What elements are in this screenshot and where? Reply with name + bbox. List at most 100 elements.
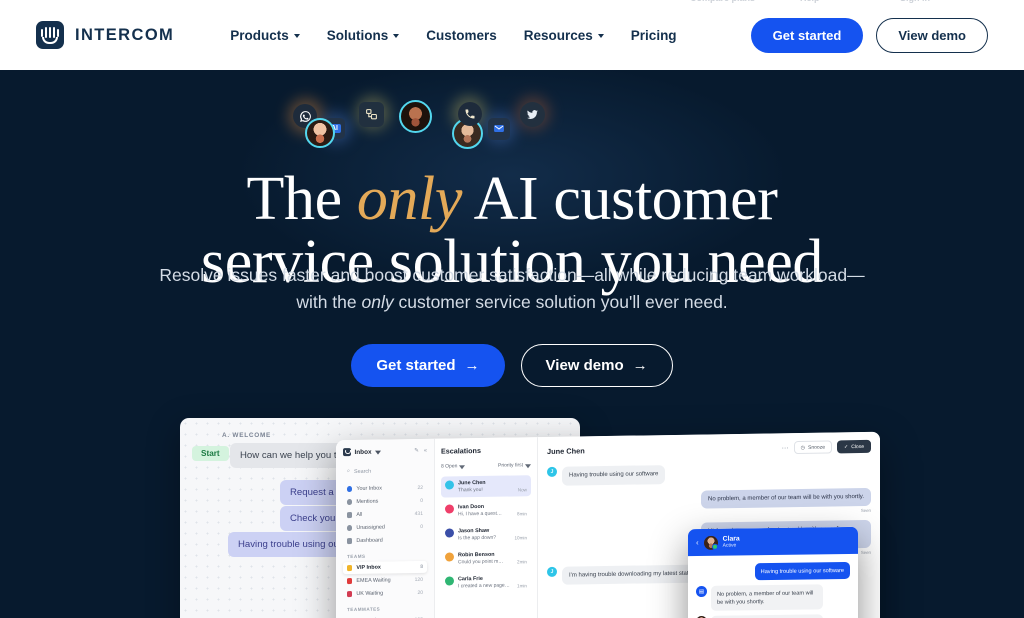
collapse-icon[interactable]: « — [424, 448, 427, 454]
snooze-button[interactable]: ◷ Snooze — [793, 440, 832, 455]
header-get-started-button[interactable]: Get started — [750, 17, 864, 53]
subtitle-line-1: Resolve issues faster and boost customer… — [159, 265, 865, 285]
sidebar-item-bella-adams[interactable]: Bella Adams 105 — [343, 614, 427, 618]
conversation-time: Now — [517, 487, 527, 493]
warning-icon — [347, 565, 353, 571]
sidebar-item-count: 20 — [417, 589, 423, 596]
message-outgoing: No problem, a member of our team will be… — [547, 487, 871, 519]
thread-header: June Chen ⋯ ◷ Snooze ✓ Close — [547, 439, 871, 458]
inbox-title: Inbox — [354, 448, 372, 456]
widget-header: ‹ Clara Active — [688, 526, 858, 557]
nav-item-customers[interactable]: Customers — [426, 28, 497, 43]
sidebar-section-teammates: TEAMMATES — [347, 606, 381, 613]
close-label: Close — [851, 443, 864, 450]
compose-icon[interactable]: ✎ — [414, 448, 419, 454]
sidebar-item-label: EMEA Waiting — [356, 577, 391, 584]
arrow-right-icon: → — [464, 357, 480, 374]
message-text: Having trouble using our software — [562, 465, 666, 486]
sidebar-item-count: 0 — [420, 497, 423, 504]
avatar: J — [547, 466, 557, 477]
inbox-sidebar: Inbox ✎ « ⌕ Search Your Inbox 22 Mention… — [336, 438, 435, 618]
avatar: J — [547, 566, 557, 577]
check-icon: ✓ — [844, 443, 849, 450]
hero-get-started-button[interactable]: Get started → — [351, 344, 505, 387]
bot-avatar-icon: ▤ — [696, 586, 707, 598]
nav-item-pricing[interactable]: Pricing — [631, 28, 677, 43]
hero-section: AI The only AI customer service solution… — [0, 70, 1024, 618]
conversation-name: Robin Benson — [458, 551, 495, 559]
escalations-filters: 8 Open Priority first — [441, 462, 531, 470]
list-item[interactable]: Ivan Doon Hi, I have a quest… 8min — [441, 499, 531, 521]
heading-accent: only — [356, 165, 463, 233]
intercom-logo-icon — [36, 21, 64, 49]
nav-label: Solutions — [326, 27, 389, 43]
avatar — [445, 552, 454, 562]
avatar — [445, 504, 454, 514]
ghost-text-1: Compare plans — [690, 0, 755, 3]
more-options-icon[interactable]: ⋯ — [782, 444, 789, 452]
button-label: View demo — [545, 357, 624, 374]
nav-item-resources[interactable]: Resources — [524, 28, 604, 43]
sidebar-item-emea-waiting[interactable]: EMEA Waiting 120 — [343, 574, 427, 587]
sidebar-search[interactable]: ⌕ Search — [343, 464, 427, 478]
sidebar-item-uk-waiting[interactable]: UK Waiting 20 — [343, 587, 427, 600]
message-text: Having trouble using our software — [754, 561, 850, 581]
sidebar-item-vip-inbox[interactable]: VIP Inbox 8 — [343, 560, 427, 575]
avatar-agent-1 — [305, 118, 335, 148]
escalations-title: Escalations — [441, 445, 481, 456]
workflow-step-label: A. WELCOME — [222, 432, 272, 439]
filter-open[interactable]: 8 Open — [441, 463, 466, 470]
sidebar-item-label: VIP Inbox — [356, 564, 381, 571]
subtitle-emphasis: only — [361, 292, 394, 313]
list-item[interactable]: Jason Shaw Is the app down? 10min — [441, 523, 531, 545]
avatar — [445, 480, 454, 490]
list-item[interactable]: June Chen Thank you! Now — [441, 475, 531, 498]
close-conversation-button[interactable]: ✓ Close — [837, 439, 871, 454]
avatar — [703, 535, 718, 550]
list-item[interactable]: Robin Benson Could you point m… 2min — [441, 547, 531, 569]
hero-subtitle: Resolve issues faster and boost customer… — [0, 262, 1024, 316]
widget-agent-name: Clara — [722, 535, 740, 543]
message-incoming: J Having trouble using our software — [547, 462, 871, 486]
header-view-demo-button[interactable]: View demo — [876, 17, 988, 53]
conversation-name: Jason Shaw — [458, 527, 490, 535]
sidebar-item-label: All — [356, 511, 363, 518]
twitter-icon — [520, 102, 545, 127]
message-status: Seen — [860, 508, 871, 514]
main-navigation: Products Solutions Customers Resources P… — [230, 28, 676, 43]
sidebar-item-dashboard[interactable]: Dashboard — [343, 534, 427, 547]
site-header: INTERCOM Products Solutions Customers Re… — [0, 0, 1024, 70]
sidebar-item-count: 431 — [414, 510, 423, 518]
hero-view-demo-button[interactable]: View demo → — [520, 344, 673, 387]
heading-part-2: AI customer — [461, 165, 778, 233]
sidebar-item-all[interactable]: All 431 — [343, 508, 427, 521]
at-icon — [347, 499, 353, 505]
sidebar-item-unassigned[interactable]: Unassigned 0 — [343, 521, 427, 534]
widget-message-incoming: ▤ No problem, a member of our team will … — [696, 584, 850, 612]
intercom-logo[interactable]: INTERCOM — [36, 21, 174, 49]
nav-item-products[interactable]: Products — [230, 28, 300, 43]
conversation-time: 8min — [517, 511, 527, 517]
heading-part-1: The — [246, 165, 357, 233]
nav-item-solutions[interactable]: Solutions — [327, 28, 400, 43]
sidebar-item-your-inbox[interactable]: Your Inbox 22 — [343, 482, 427, 495]
list-item[interactable]: Carla Frie I created a new page… 1min — [441, 571, 531, 593]
widget-message-incoming: Hi June, I see you are having trouble wi… — [696, 614, 850, 618]
sidebar-item-mentions[interactable]: Mentions 0 — [343, 495, 427, 508]
subtitle-line-2-pre: with the — [296, 292, 362, 313]
search-icon: ⌕ — [347, 468, 351, 475]
nav-label: Customers — [426, 27, 497, 43]
escalations-list: Escalations 8 Open Priority first June C… — [435, 437, 538, 618]
conversation-preview: Could you point m… — [458, 558, 504, 566]
channel-avatar-cluster: AI — [0, 90, 1024, 152]
sidebar-item-count: 0 — [420, 523, 423, 530]
chevron-down-icon[interactable] — [375, 450, 382, 455]
subtitle-line-2-post: customer service solution you'll ever ne… — [393, 292, 728, 313]
avatar-agent-2 — [399, 100, 432, 133]
filter-open-label: 8 Open — [441, 463, 458, 470]
back-arrow-icon[interactable]: ‹ — [696, 538, 699, 547]
thread-contact-name: June Chen — [547, 446, 585, 456]
filter-sort[interactable]: Priority first — [498, 462, 531, 469]
chevron-down-icon — [525, 464, 531, 469]
widget-agent-status: Active — [722, 542, 737, 550]
